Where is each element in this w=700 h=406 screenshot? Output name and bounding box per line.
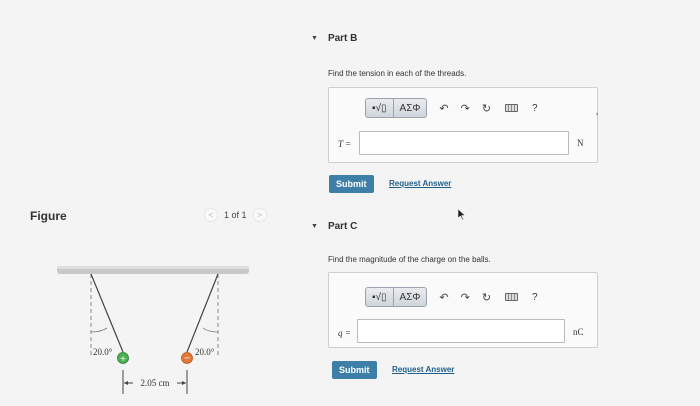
q-variable-label: q =: [338, 328, 351, 338]
part-c-toolbar: ▪√▯ ΑΣΦ ↶ ↷ ↻ ?: [365, 287, 538, 307]
part-b-toolbar: ▪√▯ ΑΣΦ ↶ ↷ ↻ ?: [365, 98, 538, 118]
help-button[interactable]: ?: [532, 292, 538, 303]
prev-figure-button[interactable]: <: [204, 208, 218, 222]
templates-button[interactable]: ▪√▯: [366, 99, 394, 117]
part-b-submit-button[interactable]: Submit: [329, 175, 374, 193]
keyboard-icon[interactable]: [505, 293, 519, 301]
comma-mark: ,: [596, 106, 599, 116]
part-c-prompt: Find the magnitude of the charge on the …: [328, 255, 491, 264]
part-c-answer-panel: ▪√▯ ΑΣΦ ↶ ↷ ↻ ? q = nC: [328, 272, 598, 348]
redo-icon[interactable]: ↷: [461, 291, 470, 304]
part-b-answer-panel: ▪√▯ ΑΣΦ ↶ ↷ ↻ ? T = N: [328, 87, 598, 163]
next-figure-button[interactable]: >: [252, 208, 267, 222]
part-c-title: Part C: [327, 221, 358, 232]
part-c-submit-button[interactable]: Submit: [332, 361, 377, 379]
collapse-triangle-icon: ▼: [311, 223, 318, 230]
figure-pager: < 1 of 1 >: [204, 208, 267, 222]
help-button[interactable]: ?: [532, 103, 538, 114]
undo-icon[interactable]: ↶: [439, 291, 448, 304]
tension-answer-input[interactable]: [359, 131, 569, 155]
part-b-prompt: Find the tension in each of the threads.: [328, 69, 467, 78]
figure-title: Figure: [30, 209, 67, 223]
tension-unit: N: [577, 138, 584, 148]
part-c-header[interactable]: ▼ Part C: [311, 221, 357, 232]
reset-icon[interactable]: ↻: [482, 102, 491, 115]
right-angle-label: 20.0°: [195, 347, 215, 357]
left-thread: [90, 273, 124, 353]
charge-answer-input[interactable]: [357, 319, 565, 343]
mouse-cursor-icon: [458, 209, 466, 221]
part-c-request-answer-link[interactable]: Request Answer: [392, 365, 454, 374]
charge-unit: nC: [573, 327, 584, 337]
part-b-header[interactable]: ▼ Part B: [311, 33, 357, 44]
part-b-request-answer-link[interactable]: Request Answer: [389, 179, 451, 188]
keyboard-icon[interactable]: [505, 104, 519, 112]
templates-button[interactable]: ▪√▯: [366, 288, 394, 306]
charged-balls-figure: + − 20.0° 20.0° 2.05 cm: [57, 266, 249, 394]
distance-label: 2.05 cm: [141, 378, 170, 388]
symbols-button[interactable]: ΑΣΦ: [394, 288, 427, 306]
equation-toolbar-group: ▪√▯ ΑΣΦ: [365, 287, 428, 307]
part-b-title: Part B: [327, 33, 358, 44]
right-thread: [186, 273, 219, 353]
redo-icon[interactable]: ↷: [461, 102, 470, 115]
t-variable-label: T =: [338, 139, 352, 149]
undo-icon[interactable]: ↶: [439, 102, 448, 115]
pager-text: 1 of 1: [224, 210, 247, 220]
svg-text:−: −: [184, 354, 191, 363]
symbols-button[interactable]: ΑΣΦ: [394, 99, 427, 117]
svg-text:+: +: [120, 354, 127, 363]
equation-toolbar-group: ▪√▯ ΑΣΦ: [365, 98, 428, 118]
reset-icon[interactable]: ↻: [482, 291, 491, 304]
collapse-triangle-icon: ▼: [311, 35, 318, 42]
left-angle-label: 20.0°: [93, 347, 113, 357]
